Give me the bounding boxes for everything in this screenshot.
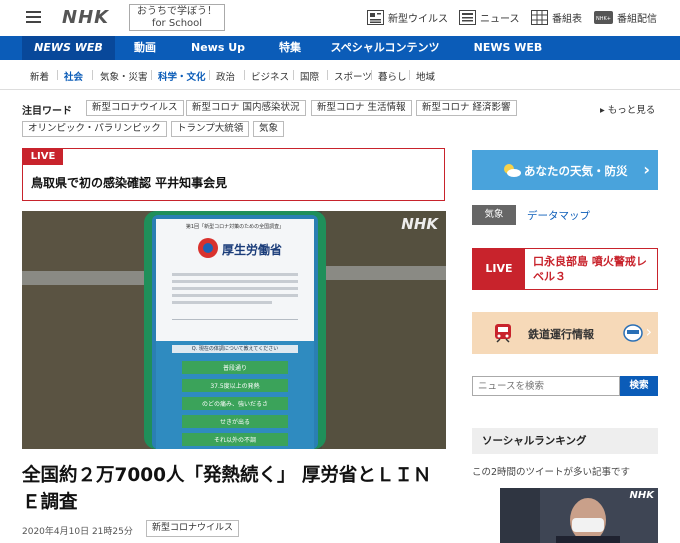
social-ranking-subtitle: この2時間のツイートが多い記事です <box>472 467 631 478</box>
for-school-banner[interactable]: おうちで学ぼう！ for School <box>129 4 225 31</box>
sun-cloud-icon <box>504 164 521 177</box>
top-header: NHK おうちで学ぼう！ for School 新型ウイルス ニュース 番組表 … <box>0 0 680 36</box>
cat-divider <box>57 70 58 80</box>
keyword-tag[interactable]: 新型コロナ 経済影響 <box>416 100 517 116</box>
live-title[interactable]: 鳥取県で初の感染確認 平井知事会見 <box>31 174 227 191</box>
photo-ministry-name: 厚生労働省 <box>222 243 283 257</box>
social-ranking-header: ソーシャルランキング <box>472 428 658 454</box>
category-nav: 新着 社会 気象・災害 科学・文化 政治 ビジネス 国際 スポーツ 暮らし 地域 <box>0 60 680 90</box>
nhk-watermark: NHK <box>629 490 655 501</box>
keywords-label: 注目ワード <box>22 106 72 117</box>
article-headline[interactable]: 全国約２万7000人「発熱続く」 厚労省とＬＩＮＥ調査 <box>22 462 446 516</box>
cat-divider <box>293 70 294 80</box>
cat-divider <box>209 70 210 80</box>
cat-divider <box>409 70 410 80</box>
cat-society[interactable]: 社会 <box>64 69 83 83</box>
cat-divider <box>371 70 372 80</box>
nav-newsup[interactable]: News Up <box>188 36 248 60</box>
alert-live-badge: LIVE <box>473 249 525 289</box>
nhk-logo[interactable]: NHK <box>62 7 109 28</box>
cat-business[interactable]: ビジネス <box>251 69 289 83</box>
more-keywords-link[interactable]: ▸ もっと見る <box>600 102 655 116</box>
nhk-watermark: NHK <box>401 215 438 233</box>
chevron-right-icon: › <box>643 160 650 179</box>
datamap-link[interactable]: データマップ <box>527 208 590 223</box>
program-guide-icon <box>531 10 548 25</box>
alert-text: 口永良部島 噴火警戒レベル３ <box>533 255 647 283</box>
article-date: 2020年4月10日 21時25分 <box>22 527 133 537</box>
cat-latest[interactable]: 新着 <box>30 69 49 83</box>
train-icon <box>495 324 511 343</box>
cat-living[interactable]: 暮らし <box>378 69 407 83</box>
program-guide-link[interactable]: 番組表 <box>531 10 582 25</box>
keyword-tag[interactable]: オリンピック・パラリンピック <box>22 121 167 137</box>
nav-newsweb[interactable]: NEWS WEB <box>22 36 115 60</box>
article-tag[interactable]: 新型コロナウイルス <box>146 520 240 537</box>
school-line1: おうちで学ぼう！ <box>137 6 217 17</box>
svg-text:NHK+: NHK+ <box>596 16 611 22</box>
virus-info-label: 新型ウイルス <box>388 14 448 25</box>
cat-divider <box>151 70 152 80</box>
live-badge: LIVE <box>23 149 63 165</box>
program-guide-label: 番組表 <box>552 14 582 25</box>
news-label: ニュース <box>480 14 520 25</box>
search-button[interactable]: 検索 <box>620 376 658 396</box>
photo-question: Q. 現在の体調について教えてください <box>191 346 279 352</box>
cat-region[interactable]: 地域 <box>416 69 435 83</box>
keyword-tag[interactable]: 新型コロナ 生活情報 <box>311 100 412 116</box>
news-search-input[interactable] <box>472 376 620 396</box>
weather-label: あなたの天気・防災 <box>524 164 628 178</box>
keyword-tag[interactable]: 新型コロナ 国内感染状況 <box>186 100 306 116</box>
train-info-banner[interactable]: 鉄道運行情報 › <box>472 312 658 354</box>
photo-option: それ以外の不調 <box>213 437 256 444</box>
main-nav: NEWS WEB 動画 News Up 特集 スペシャルコンテンツ NEWS W… <box>0 36 680 78</box>
virus-info-link[interactable]: 新型ウイルス <box>367 10 448 25</box>
chevron-right-icon: › <box>645 322 652 341</box>
virus-info-icon <box>367 10 384 25</box>
cat-sports[interactable]: スポーツ <box>334 69 372 83</box>
nav-special[interactable]: スペシャルコンテンツ <box>330 36 440 60</box>
nav-feature[interactable]: 特集 <box>268 36 312 60</box>
live-news-box[interactable]: LIVE 鳥取県で初の感染確認 平井知事会見 <box>22 148 445 201</box>
photo-option: 37.5度以上の発熱 <box>210 383 260 390</box>
cat-weather[interactable]: 気象・災害 <box>100 69 148 83</box>
streaming-label: 番組配信 <box>617 14 657 25</box>
news-link[interactable]: ニュース <box>459 10 520 25</box>
photo-option: 普段通り <box>222 365 247 372</box>
bullet-train-icon <box>623 324 643 342</box>
news-icon <box>459 10 476 25</box>
photo-option: のどの痛み、強いだるさ <box>201 401 268 408</box>
cat-divider <box>327 70 328 80</box>
cat-science[interactable]: 科学・文化 <box>158 69 206 83</box>
streaming-icon: NHK+ <box>594 11 613 24</box>
photo-option: せきが出る <box>219 419 250 426</box>
nav-video[interactable]: 動画 <box>120 36 170 60</box>
cat-international[interactable]: 国際 <box>300 69 319 83</box>
keyword-tag[interactable]: トランプ大統領 <box>171 121 250 137</box>
train-info-label: 鉄道運行情報 <box>528 328 594 341</box>
weather-section-label: 気象 <box>472 205 516 225</box>
ranking-thumbnail[interactable]: NHK <box>500 488 658 543</box>
menu-icon[interactable] <box>26 11 41 24</box>
school-line2: for School <box>151 18 203 29</box>
cat-divider <box>92 70 93 80</box>
nav-newsweb-easy[interactable]: NEWS WEB EASY <box>458 36 558 78</box>
keyword-tag[interactable]: 新型コロナウイルス <box>86 100 184 116</box>
cat-politics[interactable]: 政治 <box>216 69 235 83</box>
article-photo[interactable]: NHK 第1回「新型コロナ対策のための全国調査」 厚生労働省 Q. 現在の体調に… <box>22 211 446 449</box>
weather-banner[interactable]: あなたの天気・防災 › <box>472 150 658 190</box>
keyword-tag[interactable]: 気象 <box>253 121 285 137</box>
streaming-link[interactable]: NHK+ 番組配信 <box>594 10 657 25</box>
volcano-alert[interactable]: LIVE 口永良部島 噴火警戒レベル３ <box>472 248 658 290</box>
cat-divider <box>244 70 245 80</box>
photo-survey-title: 第1回「新型コロナ対策のための全国調査」 <box>185 224 285 230</box>
